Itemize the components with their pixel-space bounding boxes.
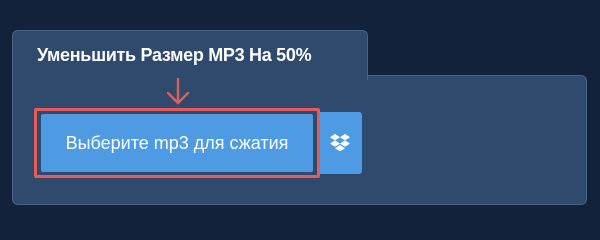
panel-title: Уменьшить Размер MP3 На 50% <box>37 45 312 65</box>
arrow-down-icon <box>166 78 190 105</box>
dropbox-icon <box>330 134 350 152</box>
choose-file-button[interactable]: Выберите mp3 для сжатия <box>41 114 313 172</box>
panel-tab: Уменьшить Размер MP3 На 50% <box>12 30 368 80</box>
dropbox-button[interactable] <box>318 112 362 174</box>
